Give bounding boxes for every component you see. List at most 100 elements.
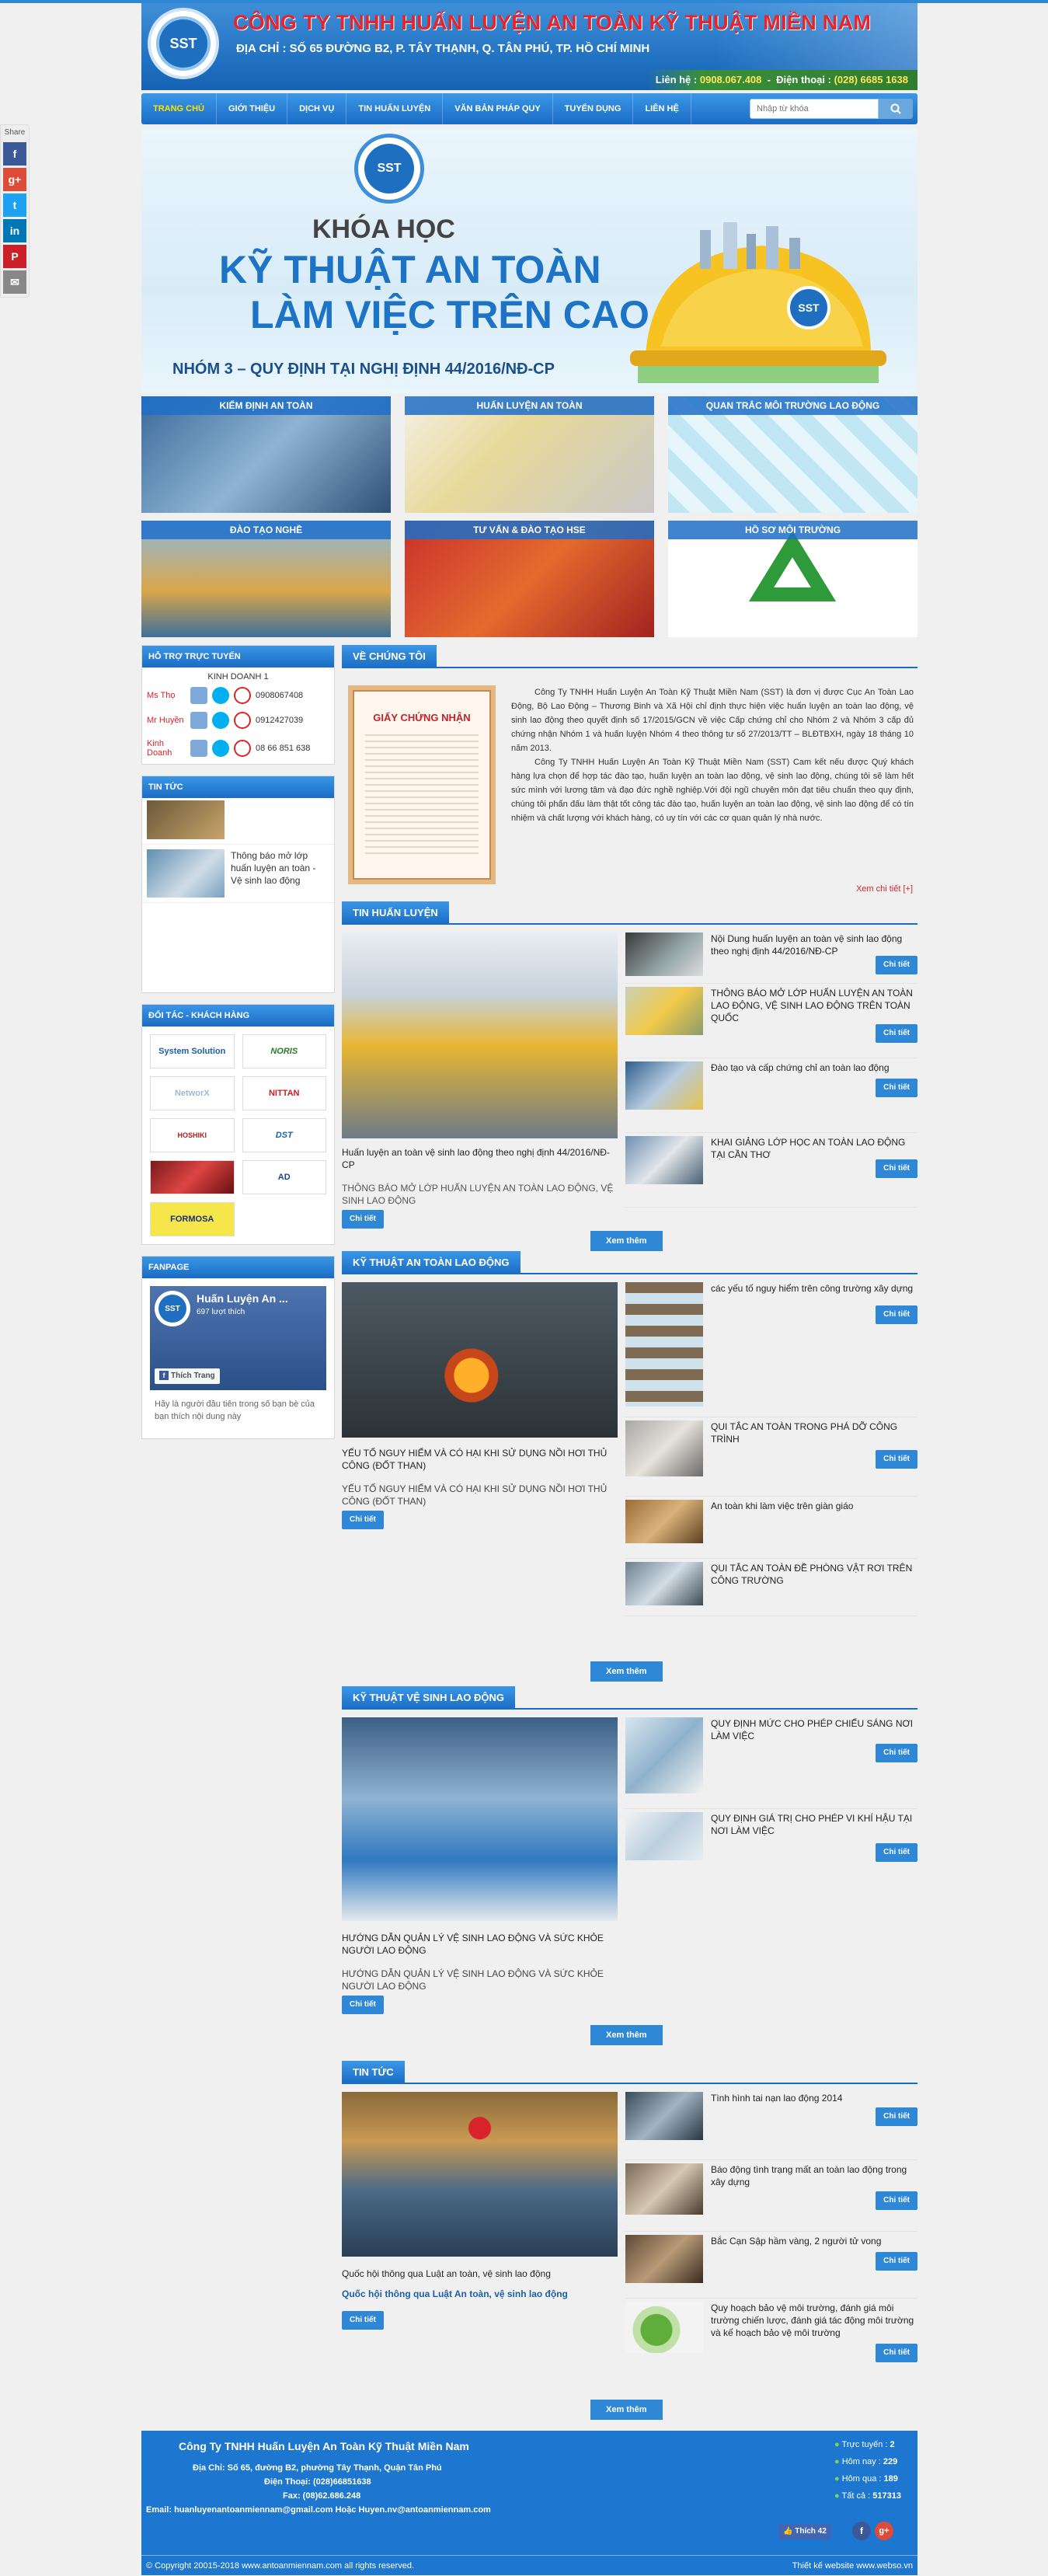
- article-title[interactable]: Đào tạo và cấp chứng chỉ an toàn lao độn…: [711, 1061, 917, 1074]
- googleplus-share-icon[interactable]: g+: [3, 168, 26, 191]
- footer-designer-link[interactable]: Thiết kế website www.webso.vn: [792, 2556, 913, 2576]
- nav-contact[interactable]: LIÊN HỆ: [633, 93, 691, 124]
- detail-button[interactable]: Chi tiết: [876, 1744, 917, 1762]
- nav-about[interactable]: GIỚI THIỆU: [217, 93, 288, 124]
- site-logo[interactable]: SST: [148, 8, 219, 79]
- article-thumbnail[interactable]: [625, 1717, 703, 1793]
- article-title[interactable]: Quy hoạch bảo vệ môi trường, đánh giá mô…: [711, 2302, 917, 2339]
- article-thumbnail[interactable]: [625, 932, 703, 976]
- nav-training-news[interactable]: TIN HUẤN LUYỆN: [346, 93, 444, 124]
- tile-vocational-training[interactable]: ĐÀO TẠO NGHỀ: [141, 521, 391, 637]
- more-button[interactable]: Xem thêm: [590, 1661, 663, 1682]
- partner-logo[interactable]: [150, 1160, 235, 1194]
- nav-legal-docs[interactable]: VĂN BẢN PHÁP QUY: [443, 93, 553, 124]
- more-button[interactable]: Xem thêm: [590, 1231, 663, 1251]
- facebook-share-icon[interactable]: f: [3, 142, 26, 166]
- detail-button[interactable]: Chi tiết: [876, 2252, 917, 2271]
- feature-image[interactable]: [342, 932, 618, 1138]
- partner-logo[interactable]: NORIS: [242, 1034, 326, 1068]
- article-title[interactable]: Bắc Cạn Sập hầm vàng, 2 người tử vong: [711, 2235, 917, 2247]
- fanpage-like-button[interactable]: f Thích Trang: [155, 1368, 220, 1384]
- chat-icon[interactable]: [190, 687, 207, 704]
- search-input[interactable]: [750, 99, 879, 119]
- skype-icon[interactable]: [212, 687, 229, 704]
- detail-button[interactable]: Chi tiết: [342, 1996, 384, 2014]
- left-news-item[interactable]: Thông báo mở lớp huấn luyện an toàn - Vệ…: [142, 845, 334, 903]
- detail-button[interactable]: Chi tiết: [876, 956, 917, 974]
- article-thumbnail[interactable]: [625, 1562, 703, 1605]
- article-title[interactable]: An toàn khi làm việc trên giàn giáo: [711, 1500, 917, 1512]
- chat-icon[interactable]: [190, 740, 207, 757]
- detail-button[interactable]: Chi tiết: [876, 2344, 917, 2362]
- article-thumbnail[interactable]: [625, 2092, 703, 2140]
- hero-banner[interactable]: SST KHÓA HỌC KỸ THUẬT AN TOÀN LÀM VIỆC T…: [141, 129, 917, 393]
- article-thumbnail[interactable]: [625, 1136, 703, 1184]
- feature-caption[interactable]: Quốc hội thông qua Luật an toàn, vệ sinh…: [342, 2268, 618, 2280]
- article-thumbnail[interactable]: [625, 2302, 703, 2353]
- partner-logo[interactable]: NetworX: [150, 1076, 235, 1110]
- twitter-share-icon[interactable]: t: [3, 193, 26, 217]
- detail-button[interactable]: Chi tiết: [876, 1843, 917, 1862]
- article-thumbnail[interactable]: [625, 1500, 703, 1543]
- article-thumbnail[interactable]: [625, 987, 703, 1035]
- article-thumbnail[interactable]: [625, 1812, 703, 1860]
- article-title[interactable]: QUI TẮC AN TOÀN TRONG PHÁ DỠ CÔNG TRÌNH: [711, 1420, 917, 1445]
- article-title[interactable]: các yếu tố nguy hiểm trên công trường xâ…: [711, 1282, 917, 1295]
- skype-icon[interactable]: [212, 712, 229, 729]
- article-title[interactable]: THÔNG BÁO MỞ LỚP HUẤN LUYỆN AN TOÀN LAO …: [711, 987, 917, 1024]
- article-thumbnail[interactable]: [625, 2163, 703, 2215]
- pinterest-share-icon[interactable]: P: [3, 245, 26, 268]
- tile-safety-training[interactable]: HUẤN LUYỆN AN TOÀN: [405, 396, 654, 513]
- feature-image[interactable]: [342, 2092, 618, 2257]
- nav-recruitment[interactable]: TUYỂN DỤNG: [553, 93, 634, 124]
- article-title[interactable]: Báo động tình trạng mất an toàn lao động…: [711, 2163, 917, 2188]
- about-more-link[interactable]: Xem chi tiết [+]: [856, 884, 913, 894]
- detail-button[interactable]: Chi tiết: [876, 1024, 917, 1043]
- partner-logo[interactable]: NITTAN: [242, 1076, 326, 1110]
- tile-hse-consulting[interactable]: TƯ VẤN & ĐÀO TẠO HSE: [405, 521, 654, 637]
- partner-logo[interactable]: FORMOSA: [150, 1202, 235, 1236]
- chat-icon[interactable]: [190, 712, 207, 729]
- partner-logo[interactable]: HOSHIKI: [150, 1118, 235, 1152]
- skype-icon[interactable]: [212, 740, 229, 757]
- feature-image[interactable]: [342, 1717, 618, 1921]
- detail-button[interactable]: Chi tiết: [876, 2191, 917, 2210]
- tile-environment-records[interactable]: HỒ SƠ MÔI TRƯỜNG: [668, 521, 917, 637]
- more-button[interactable]: Xem thêm: [590, 2025, 663, 2045]
- search-button[interactable]: [879, 99, 913, 119]
- feature-image[interactable]: [342, 1282, 618, 1438]
- partner-logo[interactable]: DST: [242, 1118, 326, 1152]
- article-title[interactable]: Tình hình tai nạn lao động 2014: [711, 2092, 917, 2104]
- article-thumbnail[interactable]: [625, 1420, 703, 1476]
- article-title[interactable]: QUY ĐỊNH GIÁ TRỊ CHO PHÉP VI KHÍ HẬU TẠI…: [711, 1812, 917, 1837]
- footer-facebook-like[interactable]: 👍 Thích 42: [778, 2524, 831, 2539]
- footer-email[interactable]: Email: huanluyenantoanmiennam@gmail.com …: [146, 2505, 491, 2515]
- facebook-icon[interactable]: f: [852, 2522, 871, 2540]
- partner-logo[interactable]: AD: [242, 1160, 326, 1194]
- detail-button[interactable]: Chi tiết: [876, 2107, 917, 2126]
- tile-environment-monitoring[interactable]: QUAN TRẮC MÔI TRƯỜNG LAO ĐỘNG: [668, 396, 917, 513]
- nav-home[interactable]: TRANG CHỦ: [141, 93, 217, 124]
- detail-button[interactable]: Chi tiết: [342, 1210, 384, 1229]
- article-title[interactable]: QUI TẮC AN TOÀN ĐỀ PHÒNG VẬT RƠI TRÊN CÔ…: [711, 1562, 917, 1587]
- article-title[interactable]: KHAI GIẢNG LỚP HỌC AN TOÀN LAO ĐỘNG TẠI …: [711, 1136, 917, 1161]
- detail-button[interactable]: Chi tiết: [342, 1511, 384, 1529]
- feature-subtitle[interactable]: Quốc hội thông qua Luật An toàn, vệ sinh…: [342, 2288, 618, 2300]
- fanpage-name[interactable]: Huấn Luyện An ...: [197, 1292, 288, 1305]
- article-title[interactable]: QUY ĐỊNH MỨC CHO PHÉP CHIẾU SÁNG NƠI LÀM…: [711, 1717, 917, 1742]
- fanpage-card[interactable]: SST Huấn Luyện An ... 697 lượt thích f Th…: [150, 1286, 326, 1390]
- feature-caption[interactable]: YẾU TỐ NGUY HIỂM VÀ CÓ HẠI KHI SỬ DỤNG N…: [342, 1447, 618, 1472]
- googleplus-icon[interactable]: g+: [875, 2522, 893, 2540]
- detail-button[interactable]: Chi tiết: [342, 2311, 384, 2330]
- nav-services[interactable]: DỊCH VỤ: [287, 93, 347, 124]
- detail-button[interactable]: Chi tiết: [876, 1450, 917, 1469]
- partner-logo[interactable]: System Solution: [150, 1034, 235, 1068]
- feature-caption[interactable]: HƯỚNG DẪN QUẢN LÝ VỆ SINH LAO ĐỘNG VÀ SỨ…: [342, 1932, 618, 1957]
- tile-inspection[interactable]: KIỂM ĐỊNH AN TOÀN: [141, 396, 391, 513]
- left-news-item[interactable]: [142, 798, 334, 845]
- detail-button[interactable]: Chi tiết: [876, 1305, 917, 1324]
- article-thumbnail[interactable]: [625, 2235, 703, 2283]
- email-share-icon[interactable]: ✉: [3, 270, 26, 294]
- more-button[interactable]: Xem thêm: [590, 2400, 663, 2420]
- linkedin-share-icon[interactable]: in: [3, 219, 26, 242]
